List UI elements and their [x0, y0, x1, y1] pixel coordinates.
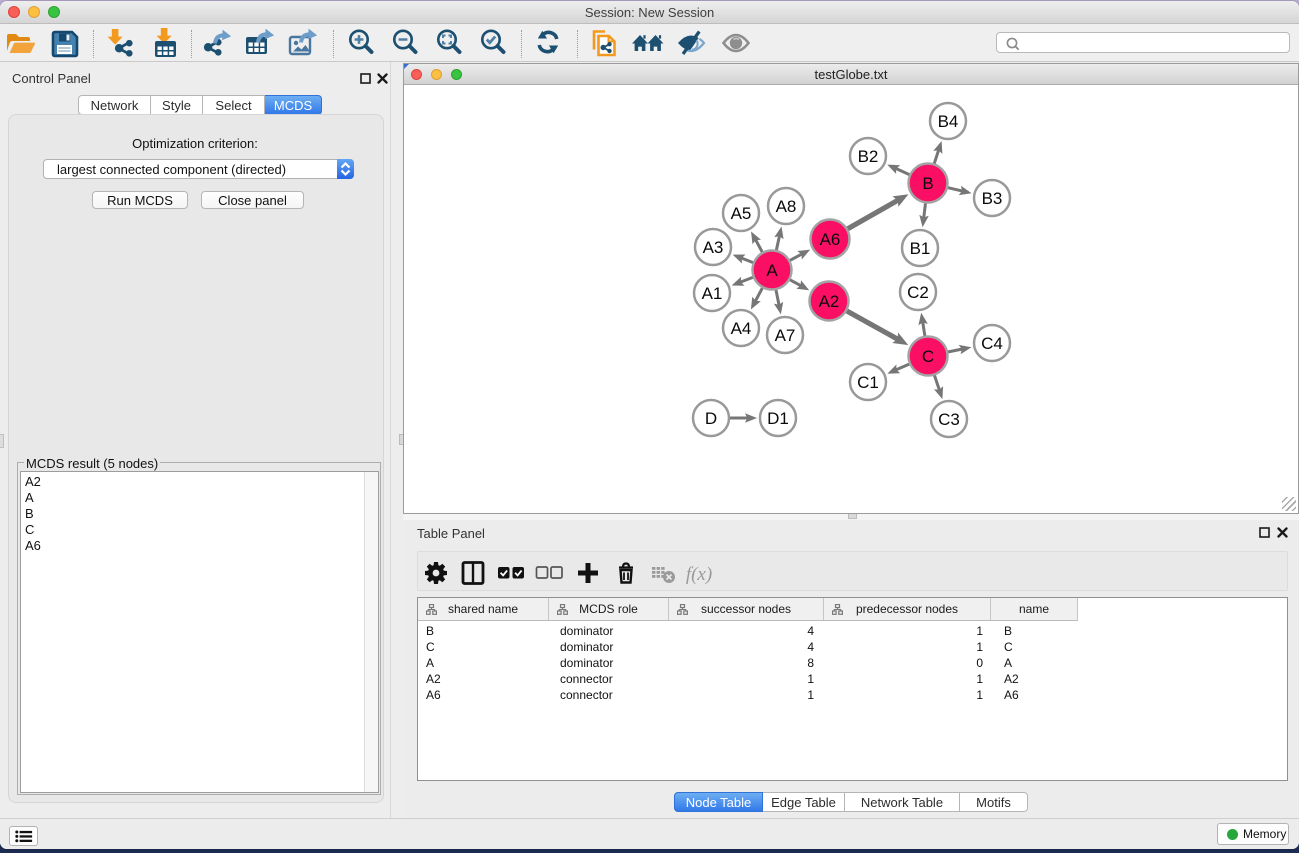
svg-text:D: D	[705, 409, 717, 428]
svg-text:C1: C1	[857, 373, 879, 392]
svg-text:B: B	[922, 174, 933, 193]
svg-text:A5: A5	[731, 204, 752, 223]
svg-text:A8: A8	[776, 197, 797, 216]
svg-text:A3: A3	[703, 238, 724, 257]
svg-text:C: C	[922, 347, 934, 366]
svg-text:B3: B3	[982, 189, 1003, 208]
svg-text:A: A	[766, 261, 778, 280]
svg-text:B4: B4	[938, 112, 959, 131]
svg-text:A7: A7	[775, 326, 796, 345]
svg-text:f(x): f(x)	[686, 564, 712, 585]
svg-text:A1: A1	[702, 284, 723, 303]
svg-text:B2: B2	[858, 147, 879, 166]
svg-text:B1: B1	[910, 239, 931, 258]
svg-text:D1: D1	[767, 409, 789, 428]
svg-text:C3: C3	[938, 410, 960, 429]
svg-text:C2: C2	[907, 283, 929, 302]
svg-text:A4: A4	[731, 319, 752, 338]
svg-text:A6: A6	[820, 230, 841, 249]
svg-text:C4: C4	[981, 334, 1003, 353]
svg-text:A2: A2	[819, 292, 840, 311]
